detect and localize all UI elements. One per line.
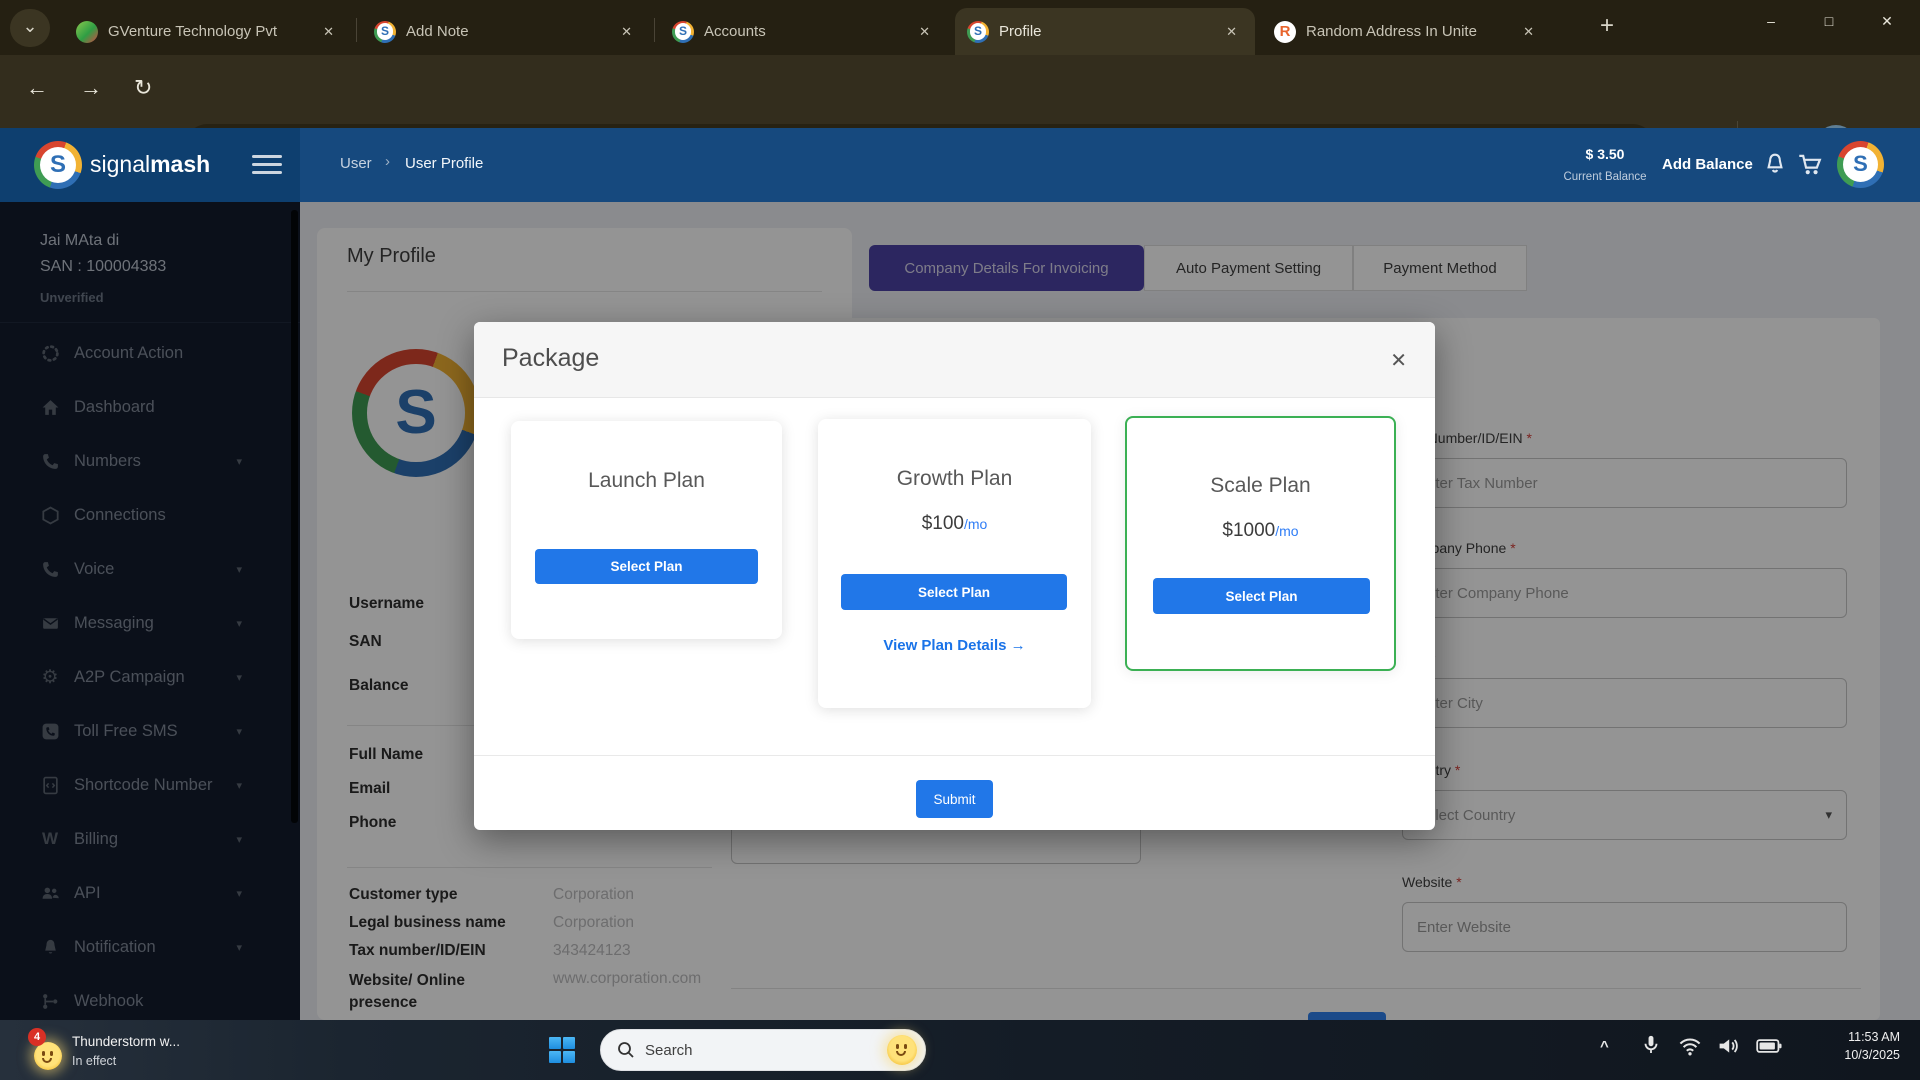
plan-name: Launch Plan	[511, 469, 782, 493]
weather-headline: Thunderstorm w...	[72, 1034, 180, 1049]
windows-taskbar: 4 Thunderstorm w... In effect Search	[0, 1020, 1920, 1080]
microphone-icon[interactable]	[1640, 1034, 1662, 1061]
notification-bell-icon[interactable]	[1763, 152, 1787, 181]
browser-tab-bar: ⌄ GVenture Technology Pvt ✕ S Add Note ✕…	[0, 0, 1920, 55]
back-icon[interactable]: ←	[26, 75, 48, 101]
tab-separator	[654, 18, 655, 42]
browser-tab-gventure[interactable]: GVenture Technology Pvt ✕	[64, 8, 352, 55]
arrow-right-icon: →	[1011, 637, 1026, 654]
tab-title: Profile	[999, 23, 1210, 40]
window-maximize-button[interactable]: □	[1800, 0, 1858, 42]
clock-date: 10/3/2025	[1790, 1048, 1900, 1062]
letter-r-favicon-icon: R	[1274, 21, 1296, 43]
app-header: User › User Profile $ 3.50 Current Balan…	[300, 128, 1920, 202]
select-plan-button[interactable]: Select Plan	[1153, 578, 1370, 614]
brand-wordmark: signalmash	[90, 151, 210, 178]
wifi-icon[interactable]	[1678, 1035, 1702, 1062]
breadcrumb-section[interactable]: User	[340, 155, 372, 172]
new-tab-button[interactable]: +	[1600, 12, 1614, 40]
add-balance-button[interactable]: Add Balance	[1662, 156, 1753, 173]
window-close-button[interactable]: ✕	[1858, 0, 1916, 42]
speaker-icon[interactable]	[1716, 1035, 1740, 1062]
weather-alert-badge: 4	[28, 1028, 46, 1046]
tab-close-icon[interactable]: ✕	[1517, 22, 1540, 42]
tab-title: Accounts	[704, 23, 903, 40]
breadcrumb-separator: ›	[385, 153, 390, 170]
search-icon	[617, 1041, 635, 1059]
user-avatar-logo[interactable]: S	[1837, 141, 1884, 188]
modal-header: Package ✕	[474, 322, 1435, 398]
package-modal: Package ✕ Launch Plan Select Plan Growth…	[474, 322, 1435, 830]
browser-tab-random-address[interactable]: R Random Address In Unite ✕	[1262, 8, 1552, 55]
select-plan-button[interactable]: Select Plan	[535, 549, 758, 584]
submit-button[interactable]: Submit	[916, 780, 993, 818]
browser-toolbar: ← → ↻ signalmash.gventure.info/#/user/us…	[0, 55, 1920, 128]
browser-tab-add-note[interactable]: S Add Note ✕	[362, 8, 650, 55]
plan-price: $1000/mo	[1127, 520, 1394, 542]
tab-close-icon[interactable]: ✕	[317, 22, 340, 42]
hamburger-menu-icon[interactable]	[252, 150, 282, 179]
signalmash-logo-icon: S	[34, 141, 82, 189]
modal-footer-divider	[474, 755, 1435, 756]
clock-time: 11:53 AM	[1790, 1030, 1900, 1044]
plan-card-scale[interactable]: Scale Plan $1000/mo Select Plan	[1125, 416, 1396, 671]
start-button[interactable]	[549, 1037, 575, 1063]
tab-title: Random Address In Unite	[1306, 23, 1507, 40]
tab-separator	[356, 18, 357, 42]
tab-title: Add Note	[406, 23, 605, 40]
breadcrumb-page: User Profile	[405, 155, 483, 172]
plan-card-launch[interactable]: Launch Plan Select Plan	[511, 421, 782, 639]
signalmash-favicon-icon: S	[672, 21, 694, 43]
cart-icon[interactable]	[1798, 153, 1824, 182]
modal-title: Package	[502, 344, 599, 373]
browser-tab-accounts[interactable]: S Accounts ✕	[660, 8, 948, 55]
weather-widget[interactable]: 4 Thunderstorm w... In effect	[28, 1028, 328, 1072]
signalmash-favicon-icon: S	[967, 21, 989, 43]
forward-icon[interactable]: →	[80, 75, 102, 101]
view-plan-details-link[interactable]: View Plan Details →	[818, 637, 1091, 654]
battery-icon[interactable]	[1756, 1036, 1782, 1061]
tab-close-icon[interactable]: ✕	[615, 22, 638, 42]
tab-close-icon[interactable]: ✕	[913, 22, 936, 42]
reload-icon[interactable]: ↻	[134, 75, 152, 101]
plan-name: Growth Plan	[818, 467, 1091, 491]
tab-search-chevron-button[interactable]: ⌄	[10, 9, 50, 47]
tab-close-icon[interactable]: ✕	[1220, 22, 1243, 42]
search-placeholder: Search	[645, 1042, 887, 1059]
select-plan-button[interactable]: Select Plan	[841, 574, 1067, 610]
gventure-favicon-icon	[76, 21, 98, 43]
sun-weather-icon	[34, 1042, 62, 1070]
modal-close-icon[interactable]: ✕	[1390, 348, 1407, 373]
window-minimize-button[interactable]: –	[1742, 0, 1800, 42]
bing-sun-icon	[887, 1035, 917, 1065]
plan-card-growth[interactable]: Growth Plan $100/mo Select Plan View Pla…	[818, 419, 1091, 708]
tray-chevron-up-icon[interactable]: ^	[1600, 1038, 1609, 1055]
weather-subtext: In effect	[72, 1054, 116, 1068]
current-balance-amount: $ 3.50	[1550, 146, 1660, 162]
taskbar-search[interactable]: Search	[600, 1029, 926, 1071]
tab-title: GVenture Technology Pvt	[108, 23, 307, 40]
browser-tab-profile-active[interactable]: S Profile ✕	[955, 8, 1255, 55]
taskbar-clock[interactable]: 11:53 AM 10/3/2025	[1790, 1030, 1900, 1062]
current-balance-label: Current Balance	[1550, 171, 1660, 183]
signalmash-favicon-icon: S	[374, 21, 396, 43]
plan-price: $100/mo	[818, 513, 1091, 535]
plan-name: Scale Plan	[1127, 474, 1394, 498]
app-header-brand-area: S signalmash	[0, 128, 300, 202]
